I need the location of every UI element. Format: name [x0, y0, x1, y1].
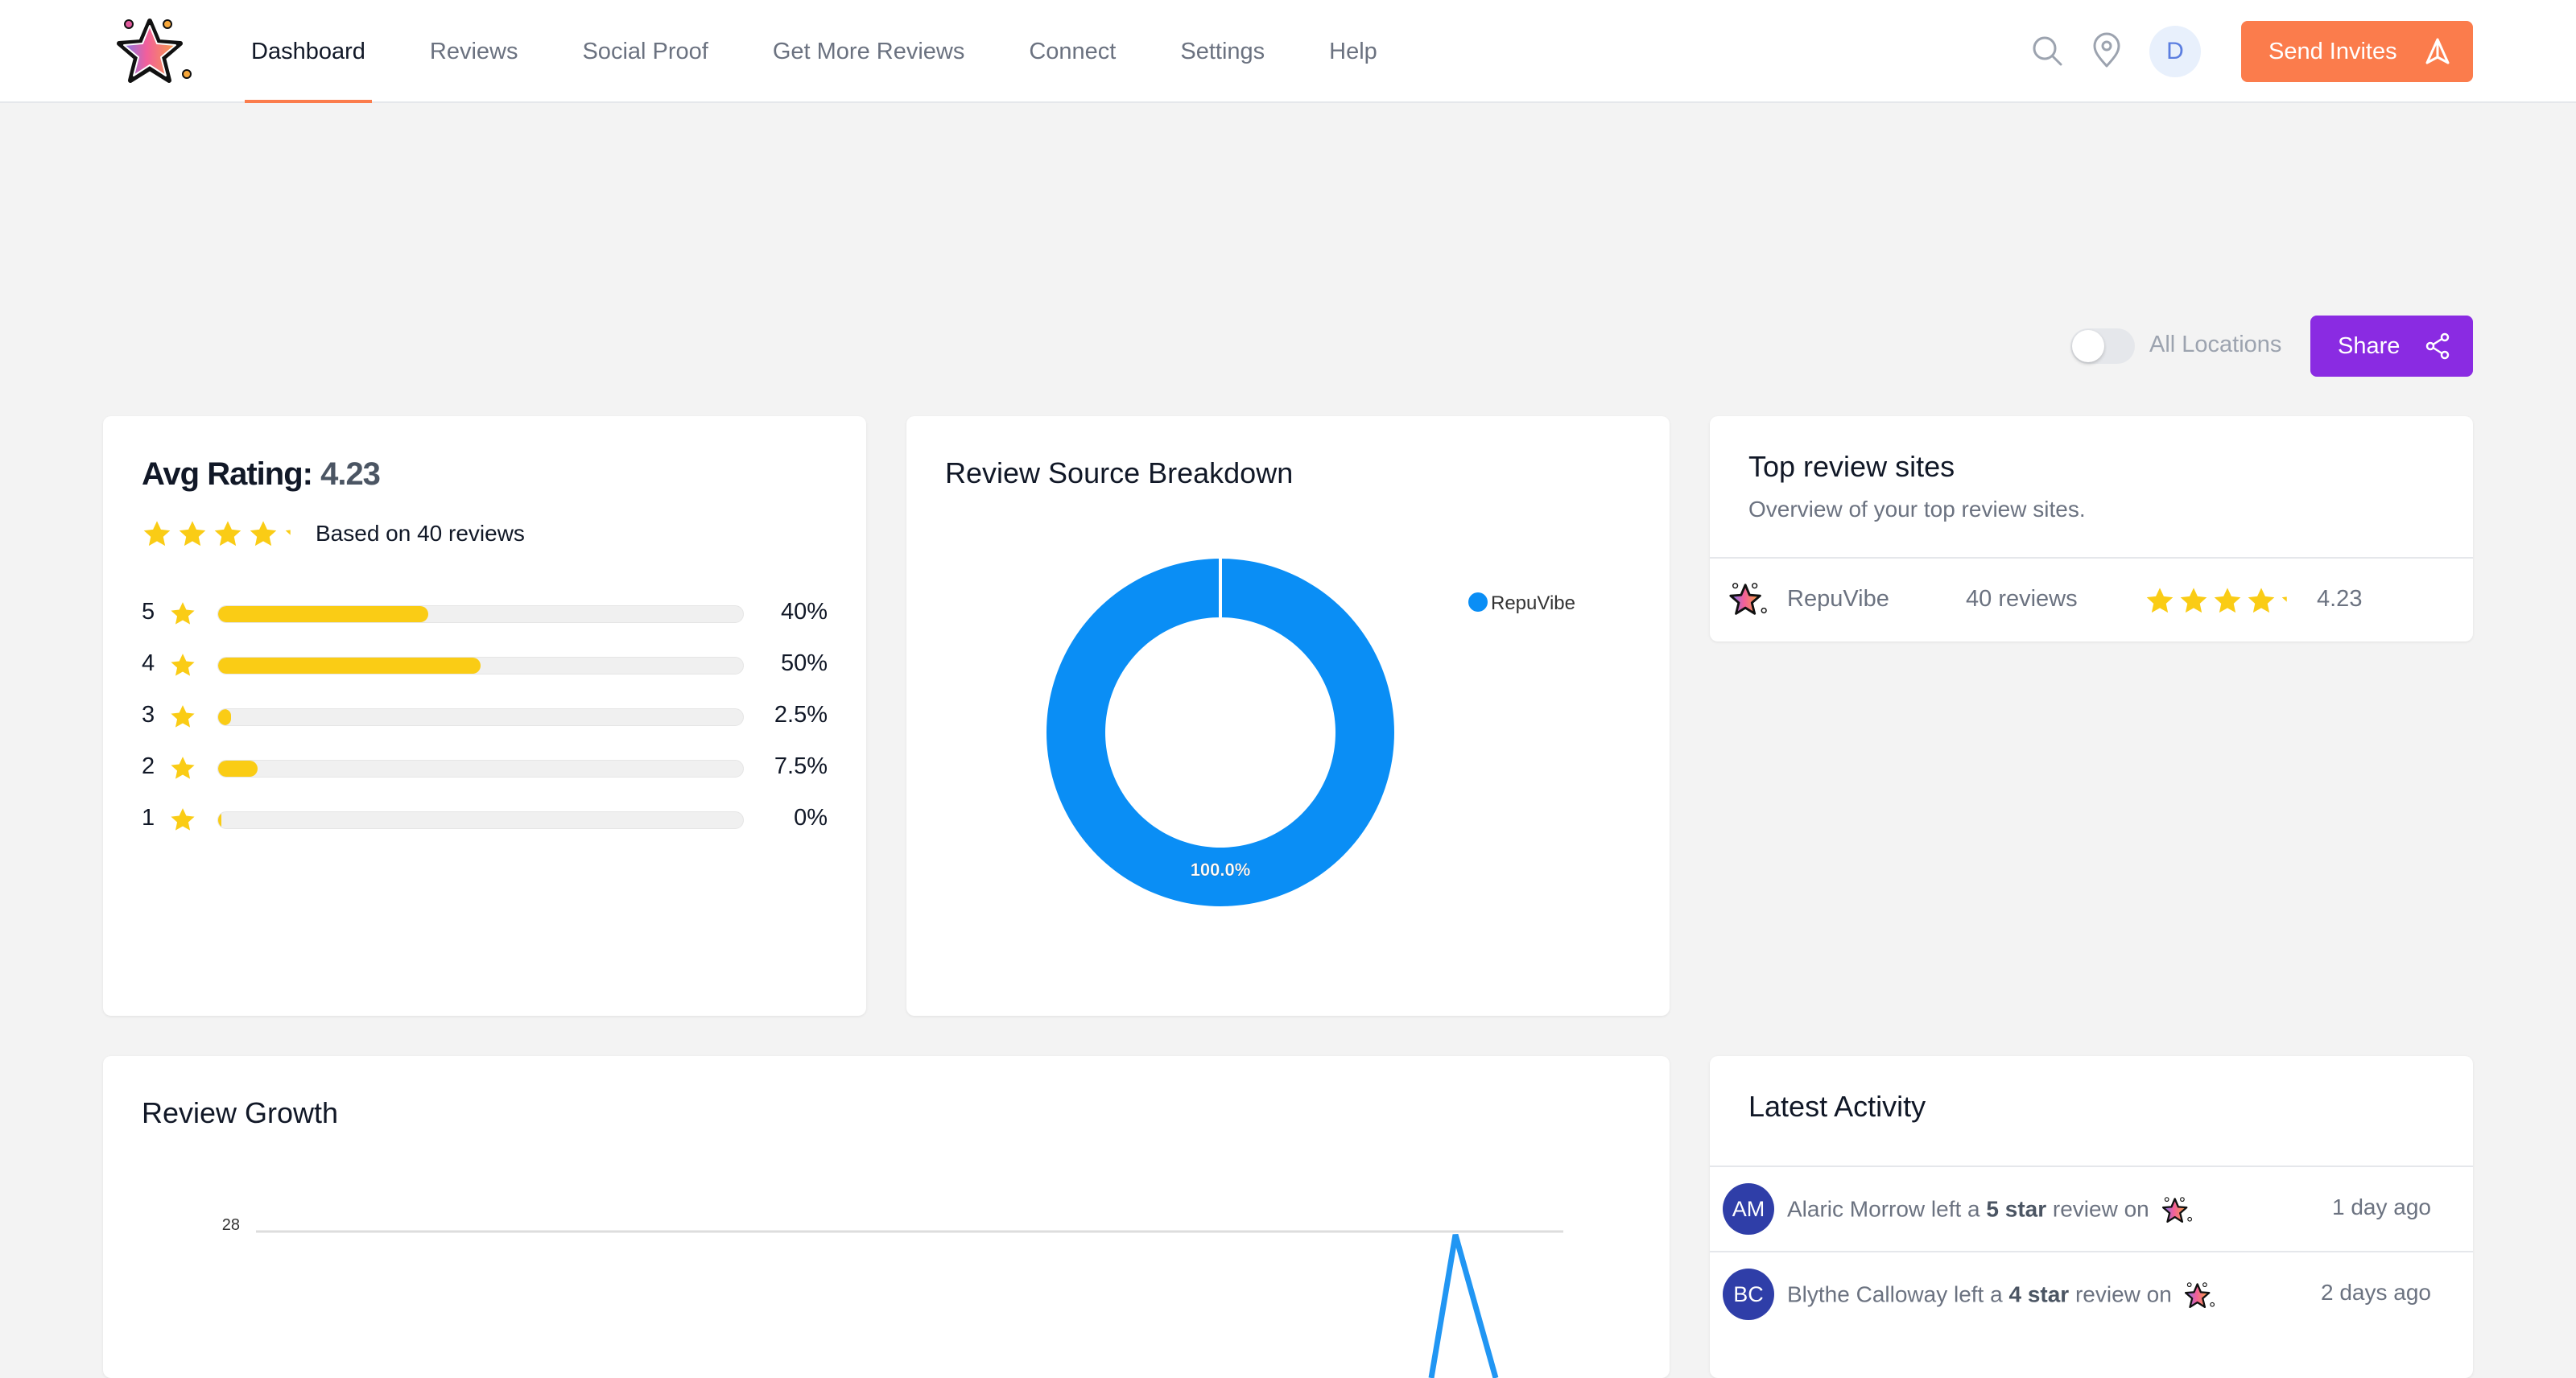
source-donut-chart: 100.0% RepuVibe	[1046, 559, 1575, 906]
all-locations-toggle[interactable]	[2070, 328, 2135, 364]
distribution-bar-fill	[218, 658, 481, 674]
top-sites-subtitle: Overview of your top review sites.	[1748, 497, 2086, 522]
star-icon	[2281, 596, 2287, 602]
star-icon	[250, 521, 277, 547]
activity-item[interactable]: AM Alaric Morrow left a 5 star review on…	[1710, 1167, 2473, 1251]
y-tick-label: 28	[222, 1216, 240, 1234]
donut-data-label: 100.0%	[1191, 860, 1251, 880]
star-icon	[171, 705, 195, 728]
star-level: 2	[142, 753, 155, 779]
legend-label[interactable]: RepuVibe	[1491, 592, 1575, 614]
site-review-count: 40 reviews	[1966, 586, 2078, 612]
legend-marker	[1468, 592, 1488, 612]
search-icon[interactable]	[2029, 32, 2066, 69]
nav-get-more-reviews[interactable]: Get More Reviews	[766, 0, 972, 103]
activity-time: 1 day ago	[2332, 1194, 2431, 1219]
repuvibe-logo-icon[interactable]	[113, 11, 196, 92]
top-review-sites-card: Top review sites Overview of your top re…	[1710, 416, 2473, 642]
site-name: RepuVibe	[1787, 586, 1889, 612]
star-icon	[171, 757, 195, 779]
distribution-percent: 0%	[794, 805, 828, 831]
nav-settings[interactable]: Settings	[1174, 0, 1271, 103]
avg-rating-card: Avg Rating: 4.23 Based on 40 reviews 5 4…	[103, 416, 866, 1016]
share-button[interactable]: Share	[2310, 316, 2473, 377]
repuvibe-site-icon	[1729, 583, 1767, 615]
latest-activity-title: Latest Activity	[1748, 1090, 1926, 1123]
rating-distribution-row: 1 0%	[142, 803, 828, 835]
star-icon	[171, 602, 195, 625]
repuvibe-site-icon	[2184, 1282, 2215, 1308]
based-on-count: Based on 40 reviews	[316, 521, 525, 546]
distribution-percent: 7.5%	[774, 753, 828, 779]
user-avatar[interactable]: D	[2149, 26, 2201, 77]
star-level: 3	[142, 702, 155, 728]
star-icon	[2248, 588, 2275, 613]
rating-distribution-row: 3 2.5%	[142, 700, 828, 732]
main-nav: Dashboard Reviews Social Proof Get More …	[245, 0, 1435, 103]
star-level: 4	[142, 650, 155, 676]
avg-rating-label: Avg Rating:	[142, 456, 313, 492]
nav-reviews[interactable]: Reviews	[423, 0, 525, 103]
review-source-card: Review Source Breakdown 100.0% RepuVibe	[906, 416, 1670, 1016]
avg-rating-stars	[142, 519, 314, 550]
star-icon	[179, 521, 206, 547]
distribution-bar-fill	[218, 709, 232, 725]
star-icon	[171, 654, 195, 676]
repuvibe-site-icon	[2161, 1197, 2192, 1223]
nav-dashboard[interactable]: Dashboard	[245, 0, 372, 103]
nav-social-proof[interactable]: Social Proof	[576, 0, 714, 103]
distribution-bar	[217, 605, 744, 623]
avg-rating-value: 4.23	[320, 456, 381, 492]
top-sites-title: Top review sites	[1748, 450, 1955, 483]
review-growth-card: Review Growth 28	[103, 1056, 1670, 1378]
reviewer-avatar: BC	[1723, 1269, 1774, 1320]
location-pin-icon[interactable]	[2088, 32, 2125, 69]
share-icon	[2425, 332, 2450, 360]
distribution-bar	[217, 708, 744, 726]
star-icon	[214, 521, 242, 547]
distribution-bar-fill	[218, 761, 258, 777]
toggle-knob	[2072, 330, 2104, 362]
all-locations-label: All Locations	[2149, 332, 2282, 357]
growth-series-line[interactable]	[1428, 1234, 1499, 1378]
star-level: 5	[142, 599, 155, 625]
activity-text: Alaric Morrow left a 5 star review on	[1787, 1194, 2193, 1227]
share-label: Share	[2338, 332, 2401, 359]
avg-rating-heading: Avg Rating: 4.23	[142, 456, 381, 493]
rating-distribution-row: 4 50%	[142, 649, 828, 681]
top-site-row[interactable]: RepuVibe 40 reviews 4.23	[1710, 559, 2473, 639]
latest-activity-card: Latest Activity AM Alaric Morrow left a …	[1710, 1056, 2473, 1378]
nav-help[interactable]: Help	[1323, 0, 1384, 103]
rating-distribution-row: 2 7.5%	[142, 752, 828, 784]
send-icon	[2425, 38, 2450, 64]
distribution-bar	[217, 811, 744, 829]
distribution-bar	[217, 760, 744, 778]
distribution-percent: 2.5%	[774, 702, 828, 728]
distribution-bar-fill	[218, 812, 221, 828]
distribution-percent: 50%	[780, 650, 828, 676]
star-icon	[2180, 588, 2207, 613]
distribution-bar	[217, 657, 744, 675]
star-icon	[143, 521, 171, 547]
reviewer-avatar: AM	[1723, 1183, 1774, 1235]
nav-connect[interactable]: Connect	[1022, 0, 1122, 103]
review-growth-chart: 28	[222, 1216, 1563, 1378]
rating-distribution-row: 5 40%	[142, 597, 828, 629]
activity-text: Blythe Calloway left a 4 star review on	[1787, 1280, 2215, 1312]
site-stars	[2145, 586, 2310, 617]
site-rating: 4.23	[2317, 586, 2363, 612]
distribution-percent: 40%	[780, 599, 828, 625]
star-level: 1	[142, 805, 155, 831]
activity-time: 2 days ago	[2321, 1280, 2431, 1305]
send-invites-label: Send Invites	[2268, 38, 2397, 64]
send-invites-button[interactable]: Send Invites	[2241, 21, 2473, 82]
star-icon	[2214, 588, 2241, 613]
top-navbar: Dashboard Reviews Social Proof Get More …	[0, 0, 2576, 103]
activity-item[interactable]: BC Blythe Calloway left a 4 star review …	[1710, 1252, 2473, 1336]
distribution-bar-fill	[218, 606, 428, 622]
star-icon	[285, 530, 291, 535]
star-icon	[171, 808, 195, 831]
star-icon	[2146, 588, 2174, 613]
